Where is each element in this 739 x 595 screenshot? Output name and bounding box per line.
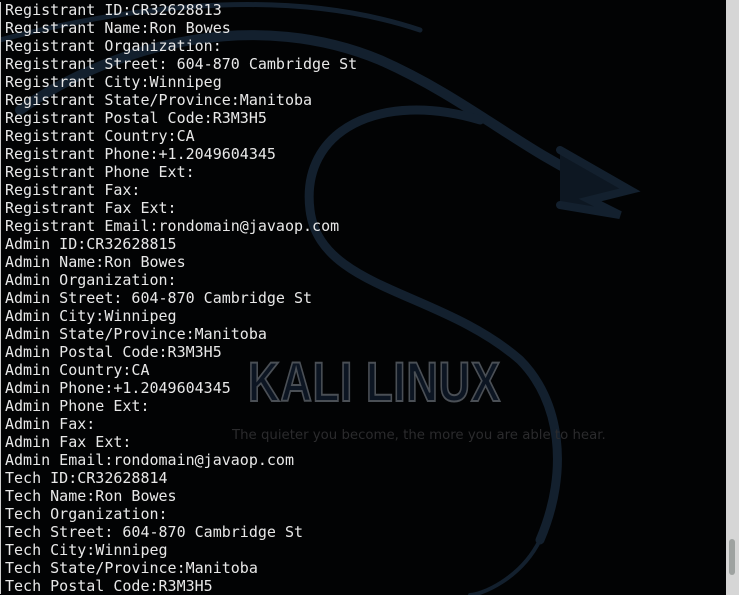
output-line: Tech Street: 604-870 Cambridge St [5,523,304,541]
output-line: Admin Fax Ext: [5,433,132,451]
output-line: Registrant Email:rondomain@javaop.com [5,217,340,235]
output-line: Admin Email:rondomain@javaop.com [5,451,294,469]
output-line: Registrant Street: 604-870 Cambridge St [5,55,358,73]
output-line: Tech Name:Ron Bowes [5,487,177,505]
output-line: Registrant ID:CR32628813 [5,1,222,19]
output-line: Registrant Name:Ron Bowes [5,19,231,37]
output-line: Registrant Phone Ext: [5,163,195,181]
vertical-scrollbar[interactable] [726,0,739,595]
output-line: Admin Name:Ron Bowes [5,253,186,271]
output-line: Registrant City:Winnipeg [5,73,222,91]
output-line: Admin Phone:+1.2049604345 [5,379,231,397]
output-line: Tech City:Winnipeg [5,541,168,559]
output-line: Admin Street: 604-870 Cambridge St [5,289,313,307]
output-line: Registrant State/Province:Manitoba [5,91,313,109]
output-line: Tech State/Province:Manitoba [5,559,258,577]
terminal-left-border [0,2,1,594]
terminal-output: Registrant ID:CR32628813 Registrant Name:… [5,1,357,595]
output-line: Admin City:Winnipeg [5,307,177,325]
output-line: Registrant Fax: [5,181,141,199]
output-line: Tech Postal Code:R3M3H5 [5,577,213,595]
output-line: Admin State/Province:Manitoba [5,325,267,343]
output-line: Admin Organization: [5,271,177,289]
output-line: Admin Country:CA [5,361,150,379]
scrollbar-thumb[interactable] [729,539,735,576]
output-line: Admin Phone Ext: [5,397,150,415]
output-line: Admin Postal Code:R3M3H5 [5,343,222,361]
output-line: Registrant Phone:+1.2049604345 [5,145,276,163]
output-line: Tech ID:CR32628814 [5,469,168,487]
terminal-window[interactable]: KALI LINUX The quieter you become, the m… [0,0,726,595]
output-line: Registrant Country:CA [5,127,195,145]
output-line: Registrant Fax Ext: [5,199,177,217]
output-line: Admin Fax: [5,415,96,433]
output-line: Tech Organization: [5,505,168,523]
output-line: Registrant Organization: [5,37,222,55]
dragon-head [556,146,641,219]
output-line: Admin ID:CR32628815 [5,235,177,253]
output-line: Registrant Postal Code:R3M3H5 [5,109,267,127]
dragon-tail [468,538,542,595]
